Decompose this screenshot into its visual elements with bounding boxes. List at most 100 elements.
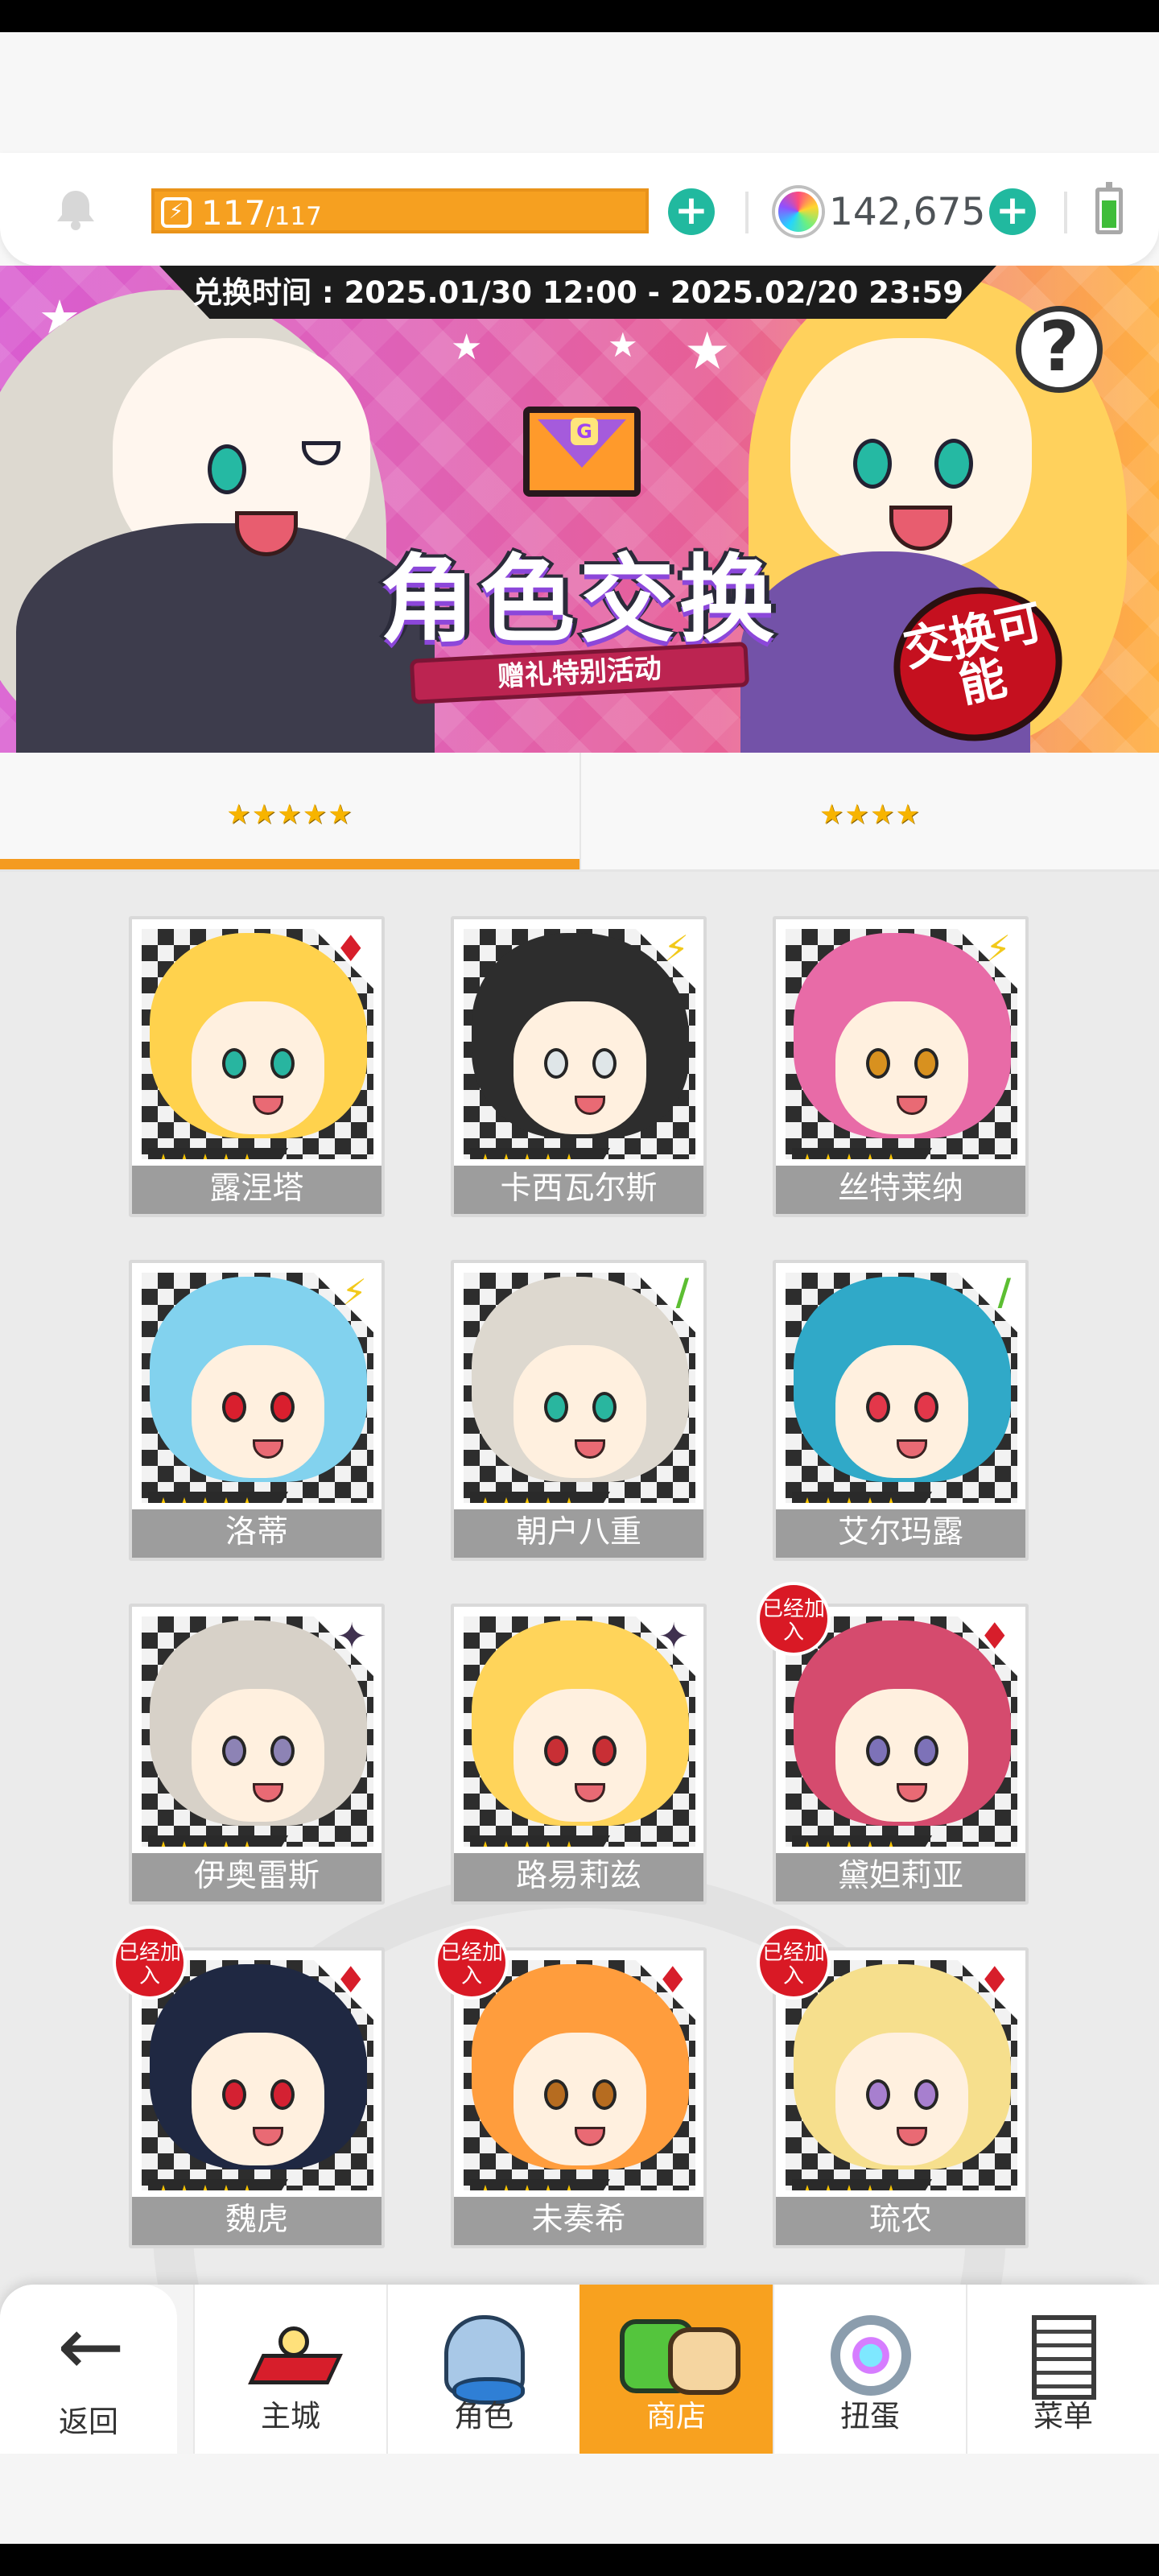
bottom-safe-area xyxy=(0,2454,1159,2544)
character-eye xyxy=(914,1392,938,1422)
character-portrait: ♦★★★★★ xyxy=(786,1960,1017,2190)
character-portrait: /★★★★★ xyxy=(464,1273,695,1503)
star-decoration-icon: ★ xyxy=(684,322,731,382)
character-eye xyxy=(592,1736,617,1766)
character-eye xyxy=(270,1392,295,1422)
character-face xyxy=(192,1689,324,1822)
battery-icon xyxy=(1095,182,1123,234)
character-portrait: ♦★★★★★ xyxy=(786,1616,1017,1847)
character-eye xyxy=(866,1736,890,1766)
character-eye xyxy=(208,444,246,494)
character-name: 洛蒂 xyxy=(132,1509,382,1558)
character-eye xyxy=(544,1048,568,1079)
rarity-stars: ★★★★★ xyxy=(470,2179,610,2190)
character-card[interactable]: ⚡★★★★★ 卡西瓦尔斯 xyxy=(451,916,707,1217)
character-eye xyxy=(914,1736,938,1766)
character-portrait: ♦★★★★★ xyxy=(464,1960,695,2190)
character-eye xyxy=(592,1048,617,1079)
lightning-icon: ⚡ xyxy=(161,197,192,228)
active-tab-indicator xyxy=(0,859,580,869)
divider xyxy=(745,192,749,233)
gem-icon xyxy=(775,188,822,235)
character-name: 丝特莱纳 xyxy=(776,1166,1025,1214)
nav-shop[interactable]: 商店 xyxy=(580,2285,773,2454)
character-name: 伊奥雷斯 xyxy=(132,1853,382,1901)
character-eye xyxy=(222,1736,246,1766)
character-eye xyxy=(544,1392,568,1422)
rarity-stars: ★★★★★ xyxy=(470,1492,610,1503)
nav-gacha[interactable]: 扭蛋 xyxy=(773,2285,966,2454)
character-eye xyxy=(592,1392,617,1422)
character-card[interactable]: /★★★★★ 艾尔玛露 xyxy=(773,1260,1029,1561)
character-name: 艾尔玛露 xyxy=(776,1509,1025,1558)
role-icon xyxy=(444,2315,525,2405)
joined-badge: 已经加入 xyxy=(435,1926,509,2000)
joined-badge: 已经加入 xyxy=(757,1582,831,1656)
character-name: 未奏希 xyxy=(454,2197,703,2245)
character-face xyxy=(835,2033,968,2165)
character-face xyxy=(192,2033,324,2165)
character-portrait: ♦★★★★★ xyxy=(142,929,373,1159)
nav-home[interactable]: 主城 xyxy=(193,2285,386,2454)
back-arrow-icon[interactable]: ← xyxy=(51,2306,131,2387)
nav-gacha-label: 扭蛋 xyxy=(840,2399,900,2434)
character-card[interactable]: ⚡★★★★★ 洛蒂 xyxy=(129,1260,385,1561)
nav-menu-label: 菜单 xyxy=(1033,2399,1093,2434)
help-button[interactable]: ? xyxy=(1016,306,1103,393)
star-decoration-icon: ★ xyxy=(451,327,483,368)
character-eye xyxy=(544,2079,568,2110)
character-eye xyxy=(866,1392,890,1422)
character-eye xyxy=(592,2079,617,2110)
character-name: 琉农 xyxy=(776,2197,1025,2245)
character-card[interactable]: /★★★★★ 朝户八重 xyxy=(451,1260,707,1561)
energy-value: 117/117 xyxy=(201,193,322,237)
character-eye xyxy=(914,1048,938,1079)
character-face xyxy=(514,1345,646,1478)
rarity-stars: ★★★★★ xyxy=(470,1148,610,1159)
character-name: 卡西瓦尔斯 xyxy=(454,1166,703,1214)
character-card[interactable]: ⚡★★★★★ 丝特莱纳 xyxy=(773,916,1029,1217)
character-portrait: ♦★★★★★ xyxy=(142,1960,373,2190)
menu-icon xyxy=(1032,2315,1096,2400)
character-portrait: ⚡★★★★★ xyxy=(142,1273,373,1503)
character-face xyxy=(192,1001,324,1134)
character-eye xyxy=(866,1048,890,1079)
add-gem-icon[interactable]: + xyxy=(989,188,1036,235)
tab-four-star-label: ★★★★ xyxy=(819,799,921,831)
character-name: 朝户八重 xyxy=(454,1509,703,1558)
star-decoration-icon: ★ xyxy=(608,325,638,365)
nav-menu[interactable]: 菜单 xyxy=(966,2285,1159,2454)
character-card[interactable]: ✦★★★★★ 伊奥雷斯 xyxy=(129,1604,385,1905)
character-name: 魏虎 xyxy=(132,2197,382,2245)
system-navigation-bar xyxy=(0,2544,1159,2576)
character-card[interactable]: ✦★★★★★ 路易莉兹 xyxy=(451,1604,707,1905)
envelope-icon: G xyxy=(523,407,641,497)
rarity-stars: ★★★★★ xyxy=(792,1492,932,1503)
character-card[interactable]: ♦★★★★★ 露涅塔 xyxy=(129,916,385,1217)
rarity-stars: ★★★★★ xyxy=(148,2179,288,2190)
shop-icon xyxy=(613,2299,742,2396)
gacha-icon xyxy=(831,2315,911,2396)
character-face xyxy=(835,1001,968,1134)
joined-badge: 已经加入 xyxy=(113,1926,187,2000)
gem-count: 142,675 xyxy=(829,190,986,234)
character-eye xyxy=(270,1736,295,1766)
character-face xyxy=(192,1345,324,1478)
character-portrait: ✦★★★★★ xyxy=(464,1616,695,1847)
joined-badge: 已经加入 xyxy=(757,1926,831,2000)
character-eye xyxy=(222,1048,246,1079)
character-eye xyxy=(544,1736,568,1766)
character-name: 黛妲莉亚 xyxy=(776,1853,1025,1901)
bell-icon[interactable] xyxy=(53,185,98,232)
character-eye xyxy=(914,2079,938,2110)
character-eye xyxy=(270,2079,295,2110)
character-portrait: ⚡★★★★★ xyxy=(786,929,1017,1159)
add-energy-icon[interactable]: + xyxy=(668,188,715,235)
banner-title: 角色交换 xyxy=(379,544,779,655)
rarity-stars: ★★★★★ xyxy=(792,2179,932,2190)
character-face xyxy=(514,2033,646,2165)
tab-four-star[interactable]: ★★★★ xyxy=(580,753,1159,873)
nav-characters[interactable]: 角色 xyxy=(386,2285,580,2454)
tab-five-star[interactable]: ★★★★★ xyxy=(0,753,580,873)
character-eye xyxy=(934,439,973,489)
